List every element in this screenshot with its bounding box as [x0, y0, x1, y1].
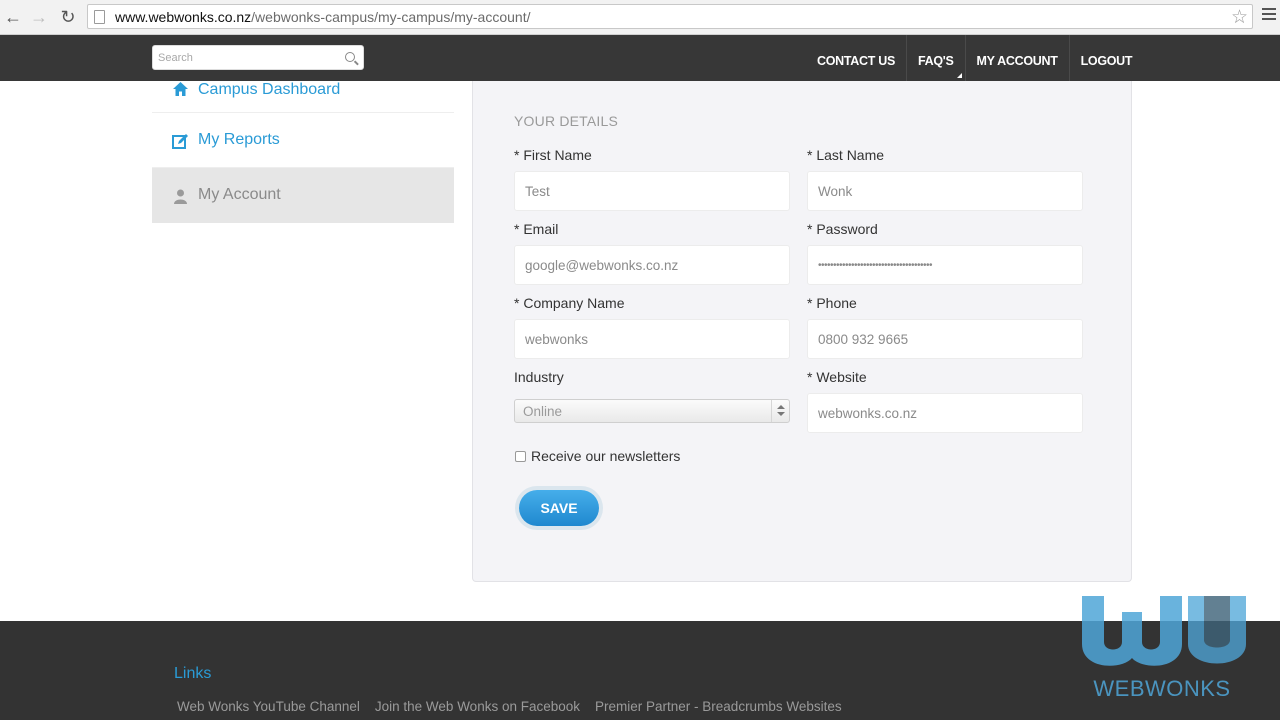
newsletter-label[interactable]: Receive our newsletters	[531, 448, 680, 464]
webwonks-w-mark-icon	[1082, 596, 1246, 666]
phone-label: * Phone	[807, 295, 857, 311]
url-text[interactable]: www.webwonks.co.nz/webwonks-campus/my-ca…	[115, 9, 530, 25]
nav-faqs[interactable]: FAQ'S	[907, 35, 966, 81]
nav-my-account[interactable]: MY ACCOUNT	[966, 35, 1070, 81]
sidebar-item-label: Campus Dashboard	[198, 81, 341, 98]
sidebar-item-my-reports[interactable]: My Reports	[152, 113, 454, 168]
url-host: www.webwonks.co.nz	[115, 9, 252, 25]
account-details-panel: YOUR DETAILS * First Name * Last Name * …	[472, 81, 1132, 582]
address-bar[interactable]: www.webwonks.co.nz/webwonks-campus/my-ca…	[87, 4, 1253, 29]
watermark-text: WEBWONKS	[1093, 676, 1231, 701]
nav-contact-us[interactable]: CONTACT US	[806, 35, 908, 81]
caret-icon	[956, 73, 962, 78]
nav-faqs-label: FAQ'S	[918, 54, 954, 68]
browser-toolbar: ← → ↻ www.webwonks.co.nz/webwonks-campus…	[0, 0, 1280, 35]
password-input[interactable]	[807, 245, 1083, 285]
sidebar-item-label: My Account	[198, 186, 281, 203]
password-label: * Password	[807, 221, 878, 237]
forward-arrow-icon[interactable]: →	[28, 6, 50, 28]
company-name-label: * Company Name	[514, 295, 625, 311]
user-icon	[172, 188, 189, 205]
url-path: /webwonks-campus/my-campus/my-account/	[251, 9, 531, 25]
footer-heading: Links	[174, 665, 212, 682]
sidebar-item-label: My Reports	[198, 131, 280, 148]
reload-icon[interactable]: ↻	[57, 6, 79, 28]
top-nav: CONTACT US FAQ'S MY ACCOUNT LOGOUT	[806, 35, 1143, 81]
site-header: CONTACT US FAQ'S MY ACCOUNT LOGOUT	[0, 35, 1280, 81]
sidebar-item-my-account[interactable]: My Account	[152, 168, 454, 223]
first-name-label: * First Name	[514, 147, 592, 163]
industry-select[interactable]: Online	[514, 399, 790, 423]
footer-links: Web Wonks YouTube Channel Join the Web W…	[177, 699, 842, 714]
footer-link-breadcrumbs[interactable]: Premier Partner - Breadcrumbs Websites	[595, 699, 842, 714]
first-name-input[interactable]	[514, 171, 790, 211]
email-label: * Email	[514, 221, 559, 237]
search-icon[interactable]	[345, 52, 355, 62]
email-input[interactable]	[514, 245, 790, 285]
last-name-label: * Last Name	[807, 147, 885, 163]
footer-link-youtube[interactable]: Web Wonks YouTube Channel	[177, 699, 360, 714]
company-name-input[interactable]	[514, 319, 790, 359]
back-arrow-icon[interactable]: ←	[2, 6, 24, 28]
industry-label: Industry	[514, 369, 564, 385]
browser-menu-icon[interactable]	[1262, 8, 1276, 22]
section-title: YOUR DETAILS	[514, 113, 619, 129]
website-input[interactable]	[807, 393, 1083, 433]
search-input[interactable]	[158, 49, 338, 67]
search-box	[152, 45, 364, 70]
select-arrows-icon	[771, 400, 789, 422]
sidebar-item-campus-dashboard[interactable]: Campus Dashboard	[152, 81, 454, 113]
newsletter-checkbox[interactable]	[515, 451, 526, 462]
nav-logout[interactable]: LOGOUT	[1070, 35, 1144, 81]
sidebar: Campus Dashboard My Reports My Account	[152, 81, 454, 223]
phone-input[interactable]	[807, 319, 1083, 359]
edit-icon	[172, 133, 189, 150]
page-icon	[94, 10, 105, 24]
footer-link-facebook[interactable]: Join the Web Wonks on Facebook	[375, 699, 580, 714]
website-label: * Website	[807, 369, 867, 385]
industry-select-value: Online	[523, 404, 563, 419]
webwonks-logo: WEBWONKS	[1076, 592, 1248, 704]
home-icon	[172, 81, 189, 98]
last-name-input[interactable]	[807, 171, 1083, 211]
save-button[interactable]: SAVE	[519, 490, 599, 526]
bookmark-star-icon[interactable]: ☆	[1231, 6, 1248, 29]
